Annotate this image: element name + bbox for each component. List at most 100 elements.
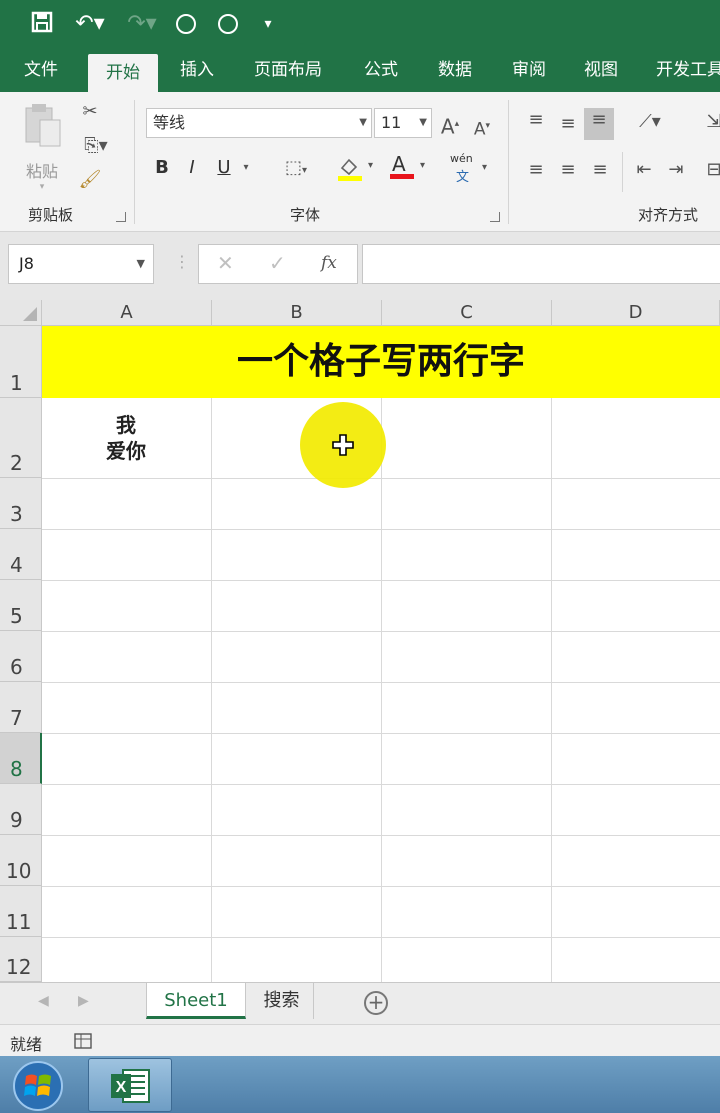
gridline bbox=[42, 631, 720, 632]
save-icon[interactable] bbox=[28, 10, 56, 38]
row-header-3[interactable]: 3 bbox=[0, 478, 42, 529]
tab-insert[interactable]: 插入 bbox=[166, 48, 228, 92]
merge-center-icon[interactable]: ⊟ bbox=[704, 158, 720, 182]
column-header-d[interactable]: D bbox=[552, 300, 720, 326]
formula-bar: J8 ▼ ⋮ ✕ ✓ fx bbox=[0, 232, 720, 300]
touch-mode-icon[interactable] bbox=[176, 14, 196, 34]
windows-taskbar: X bbox=[0, 1056, 720, 1113]
row-header-12[interactable]: 12 bbox=[0, 937, 42, 982]
formula-input[interactable] bbox=[362, 244, 720, 284]
macro-record-icon[interactable] bbox=[74, 1033, 92, 1049]
font-name-value: 等线 bbox=[153, 113, 186, 132]
font-color-icon: A bbox=[392, 152, 406, 176]
tab-review[interactable]: 审阅 bbox=[498, 48, 560, 92]
clipboard-group-label: 剪贴板 bbox=[28, 206, 74, 224]
row-header-2[interactable]: 2 bbox=[0, 398, 42, 478]
select-all-button[interactable] bbox=[0, 300, 42, 326]
bold-button[interactable]: B bbox=[150, 156, 174, 180]
insert-function-icon[interactable]: fx bbox=[321, 253, 337, 273]
copy-icon[interactable]: ⎘▾ bbox=[76, 134, 116, 158]
shrink-font-button[interactable]: A▾ bbox=[470, 114, 494, 142]
scroll-right-icon[interactable]: ▶ bbox=[78, 993, 89, 1009]
chevron-down-icon: ▼ bbox=[419, 117, 427, 128]
gridline bbox=[42, 478, 720, 479]
row-header-1[interactable]: 1 bbox=[0, 326, 42, 398]
shrink-font-icon: A bbox=[473, 119, 486, 140]
ribbon-home: 粘贴 ▾ ✂ ⎘▾ 🖌 剪贴板 等线 ▼ 11 ▼ A▴ A▾ B I U ▾ … bbox=[0, 92, 720, 232]
scroll-left-icon[interactable]: ◀ bbox=[38, 993, 49, 1009]
cell-a2[interactable]: 我 爱你 bbox=[42, 398, 210, 478]
group-separator bbox=[508, 100, 509, 224]
align-center-icon[interactable]: ≡ bbox=[554, 158, 582, 182]
row-header-7[interactable]: 7 bbox=[0, 682, 42, 733]
align-left-icon[interactable]: ≡ bbox=[522, 158, 550, 182]
taskbar-excel-button[interactable]: X bbox=[88, 1058, 172, 1112]
tab-data[interactable]: 数据 bbox=[424, 48, 486, 92]
tab-page-layout[interactable]: 页面布局 bbox=[244, 48, 332, 92]
undo-icon[interactable]: ↶▾ bbox=[70, 10, 110, 38]
tab-view[interactable]: 视图 bbox=[570, 48, 632, 92]
row-header-6[interactable]: 6 bbox=[0, 631, 42, 682]
excel-app-icon: X bbox=[111, 1069, 150, 1103]
italic-button[interactable]: I bbox=[180, 156, 204, 180]
underline-button[interactable]: U bbox=[212, 156, 236, 180]
sheet-tab-search[interactable]: 搜索 bbox=[250, 983, 314, 1019]
decrease-indent-icon[interactable]: ⇤ bbox=[630, 158, 658, 182]
tab-home[interactable]: 开始 bbox=[88, 54, 158, 92]
sheet-tab-sheet1[interactable]: Sheet1 bbox=[146, 983, 246, 1019]
chevron-down-icon[interactable]: ▾ bbox=[238, 156, 254, 180]
worksheet-grid[interactable]: A B C D 1 2 3 4 5 6 7 8 9 10 11 12 一个格子写… bbox=[0, 300, 720, 982]
gridline bbox=[42, 886, 720, 887]
name-box-value: J8 bbox=[19, 254, 34, 273]
row-header-10[interactable]: 10 bbox=[0, 835, 42, 886]
row-header-11[interactable]: 11 bbox=[0, 886, 42, 937]
group-separator bbox=[134, 100, 135, 224]
font-color-button[interactable]: A ▾ bbox=[388, 152, 434, 184]
status-bar: 就绪 bbox=[0, 1024, 720, 1056]
add-sheet-button[interactable]: + bbox=[364, 991, 388, 1015]
cell-a1-merged-title[interactable]: 一个格子写两行字 bbox=[42, 326, 720, 398]
svg-text:X: X bbox=[116, 1079, 127, 1096]
paste-button[interactable]: 粘贴 ▾ bbox=[18, 100, 66, 192]
increase-indent-icon[interactable]: ⇥ bbox=[662, 158, 690, 182]
align-top-icon[interactable]: ≡ bbox=[522, 108, 550, 132]
group-separator bbox=[622, 152, 623, 192]
chevron-down-icon: ▼ bbox=[359, 117, 367, 128]
column-header-c[interactable]: C bbox=[382, 300, 552, 326]
gridline bbox=[42, 937, 720, 938]
name-box[interactable]: J8 ▼ bbox=[8, 244, 154, 284]
tab-developer[interactable]: 开发工具 bbox=[646, 48, 720, 92]
row-header-5[interactable]: 5 bbox=[0, 580, 42, 631]
row-header-8[interactable]: 8 bbox=[0, 733, 42, 784]
fill-color-button[interactable]: ▾ bbox=[336, 154, 382, 184]
align-right-icon[interactable]: ≡ bbox=[586, 158, 614, 182]
windows-start-icon[interactable] bbox=[4, 1058, 68, 1112]
column-header-b[interactable]: B bbox=[212, 300, 382, 326]
grow-font-button[interactable]: A▴ bbox=[438, 112, 462, 139]
align-bottom-icon[interactable]: ≡ bbox=[584, 108, 614, 140]
formula-bar-splitter-icon[interactable]: ⋮ bbox=[174, 252, 190, 271]
font-size-dropdown[interactable]: 11 ▼ bbox=[374, 108, 432, 138]
phonetic-button[interactable]: wén 文 ▾ bbox=[446, 152, 492, 186]
font-name-dropdown[interactable]: 等线 ▼ bbox=[146, 108, 372, 138]
align-middle-icon[interactable]: ≡ bbox=[554, 112, 582, 136]
cell-select-cursor-icon bbox=[332, 434, 354, 456]
format-painter-icon[interactable]: 🖌 bbox=[76, 168, 104, 192]
row-header-9[interactable]: 9 bbox=[0, 784, 42, 835]
borders-button[interactable]: ⬚▾ bbox=[272, 156, 320, 183]
phonetic-pinyin-label: wén bbox=[450, 152, 473, 165]
tab-formulas[interactable]: 公式 bbox=[350, 48, 412, 92]
row-header-4[interactable]: 4 bbox=[0, 529, 42, 580]
customize-qat-icon[interactable]: ▾ bbox=[254, 10, 282, 38]
orientation-icon[interactable]: ⟋▾ bbox=[630, 110, 670, 134]
cut-icon[interactable]: ✂ bbox=[76, 100, 104, 124]
font-launcher-icon[interactable] bbox=[490, 212, 500, 222]
column-header-a[interactable]: A bbox=[42, 300, 212, 326]
tab-file[interactable]: 文件 bbox=[10, 48, 72, 92]
wrap-text-icon[interactable]: ⇲ bbox=[704, 110, 720, 134]
enter-check-icon: ✓ bbox=[269, 251, 286, 275]
circle-icon[interactable] bbox=[218, 14, 238, 34]
clipboard-launcher-icon[interactable] bbox=[116, 212, 126, 222]
gridline bbox=[211, 326, 212, 982]
cancel-icon: ✕ bbox=[217, 251, 234, 275]
